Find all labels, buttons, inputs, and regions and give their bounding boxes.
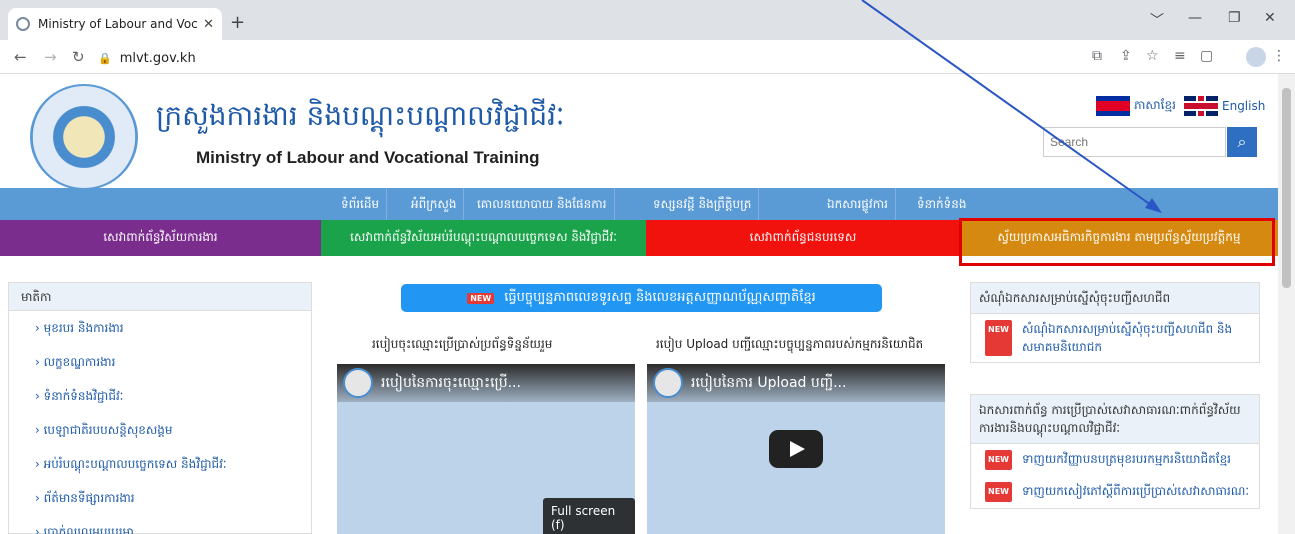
annotation-arrow-icon — [861, 0, 1162, 213]
